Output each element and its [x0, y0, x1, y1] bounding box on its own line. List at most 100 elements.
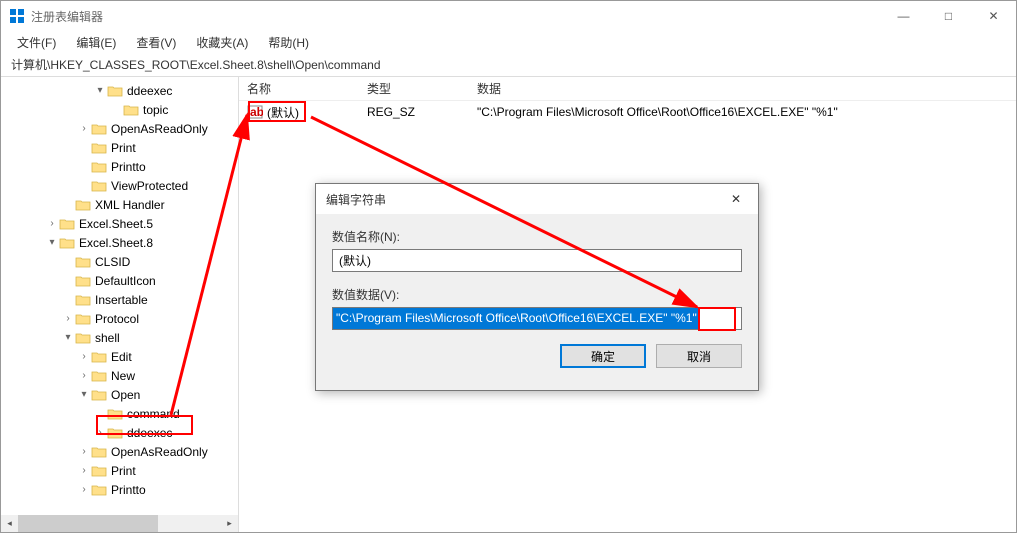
folder-icon [91, 464, 107, 478]
chevron-right-icon[interactable]: › [45, 218, 59, 229]
tree-item-label: DefaultIcon [95, 274, 156, 288]
tree-item[interactable]: › ddeexec [1, 423, 238, 442]
chevron-right-icon[interactable]: › [77, 484, 91, 495]
tree-item[interactable]: Printto [1, 157, 238, 176]
chevron-right-icon[interactable]: › [77, 351, 91, 362]
col-data[interactable]: 数据 [469, 80, 989, 97]
scroll-track[interactable] [18, 515, 221, 532]
tree-item-label: ddeexec [127, 84, 172, 98]
tree-item-label: ddeexec [127, 426, 172, 440]
chevron-right-icon[interactable]: › [61, 313, 75, 324]
value-data-field[interactable]: "C:\Program Files\Microsoft Office\Root\… [332, 307, 742, 330]
tree-item[interactable]: ▾shell [1, 328, 238, 347]
tree-item[interactable]: ▾Excel.Sheet.8 [1, 233, 238, 252]
tree-item-label: OpenAsReadOnly [111, 122, 208, 136]
folder-icon [91, 369, 107, 383]
cell-type: REG_SZ [359, 105, 469, 119]
tree-item-label: New [111, 369, 135, 383]
app-icon [9, 8, 25, 24]
chevron-down-icon[interactable]: ▾ [77, 389, 91, 400]
tree-item-label: Print [111, 464, 136, 478]
chevron-right-icon[interactable]: › [93, 427, 107, 438]
chevron-down-icon[interactable]: ▾ [93, 85, 107, 96]
tree-item-label: topic [143, 103, 168, 117]
tree-item[interactable]: topic [1, 100, 238, 119]
list-row[interactable]: ab (默认) REG_SZ"C:\Program Files\Microsoft … [239, 101, 1016, 123]
address-bar[interactable]: 计算机\HKEY_CLASSES_ROOT\Excel.Sheet.8\shel… [1, 53, 1016, 77]
folder-icon [91, 122, 107, 136]
col-type[interactable]: 类型 [359, 80, 469, 97]
tree-item-label: Print [111, 141, 136, 155]
tree-item-label: Open [111, 388, 140, 402]
chevron-down-icon[interactable]: ▾ [61, 332, 75, 343]
tree-item-label: CLSID [95, 255, 130, 269]
list-rows: ab (默认) REG_SZ"C:\Program Files\Microsoft … [239, 101, 1016, 123]
tree-item[interactable]: Print [1, 138, 238, 157]
tree-item[interactable]: ▾ ddeexec [1, 81, 238, 100]
svg-text:ab: ab [250, 105, 263, 119]
chevron-down-icon[interactable]: ▾ [45, 237, 59, 248]
folder-icon [91, 388, 107, 402]
tree-item[interactable]: DefaultIcon [1, 271, 238, 290]
folder-icon [91, 445, 107, 459]
tree-item[interactable]: ▾ Open [1, 385, 238, 404]
value-name-label: 数值名称(N): [332, 228, 742, 245]
close-button[interactable]: ✕ [971, 1, 1016, 31]
col-name[interactable]: 名称 [239, 80, 359, 97]
value-data-selected-text: "C:\Program Files\Microsoft Office\Root\… [333, 308, 700, 329]
tree-content[interactable]: ▾ ddeexec topic › OpenAsReadOnly Print Printto… [1, 77, 238, 503]
chevron-right-icon[interactable]: › [77, 123, 91, 134]
folder-icon [91, 160, 107, 174]
chevron-right-icon[interactable]: › [77, 446, 91, 457]
tree-item[interactable]: › Print [1, 461, 238, 480]
titlebar: 注册表编辑器 — □ ✕ [1, 1, 1016, 31]
tree-item-label: Protocol [95, 312, 139, 326]
tree-item[interactable]: ›Edit [1, 347, 238, 366]
ok-button[interactable]: 确定 [560, 344, 646, 368]
edit-string-dialog: 编辑字符串 ✕ 数值名称(N): 数值数据(V): "C:\Program Fi… [315, 183, 759, 391]
scroll-right-arrow[interactable]: ▸ [221, 515, 238, 532]
cell-name-text: (默认) [267, 104, 299, 121]
tree-item[interactable]: ›Printto [1, 480, 238, 499]
folder-icon [75, 255, 91, 269]
tree-item[interactable]: CLSID [1, 252, 238, 271]
cell-data: "C:\Program Files\Microsoft Office\Root\… [469, 105, 989, 119]
menu-view[interactable]: 查看(V) [126, 32, 186, 53]
chevron-right-icon[interactable]: › [77, 465, 91, 476]
tree-item[interactable]: › New [1, 366, 238, 385]
menu-help[interactable]: 帮助(H) [258, 32, 319, 53]
value-name-field[interactable] [332, 249, 742, 272]
tree-item[interactable]: ›Excel.Sheet.5 [1, 214, 238, 233]
cancel-button[interactable]: 取消 [656, 344, 742, 368]
folder-icon [59, 236, 75, 250]
maximize-button[interactable]: □ [926, 1, 971, 31]
folder-icon [91, 179, 107, 193]
scroll-thumb[interactable] [18, 515, 158, 532]
cell-name: ab (默认) [239, 104, 359, 121]
menu-file[interactable]: 文件(F) [7, 32, 66, 53]
folder-icon [91, 483, 107, 497]
menubar: 文件(F) 编辑(E) 查看(V) 收藏夹(A) 帮助(H) [1, 31, 1016, 53]
minimize-button[interactable]: — [881, 1, 926, 31]
tree-item[interactable]: command [1, 404, 238, 423]
dialog-close-button[interactable]: ✕ [716, 186, 756, 212]
tree-item[interactable]: Insertable [1, 290, 238, 309]
dialog-titlebar: 编辑字符串 ✕ [316, 184, 758, 214]
tree-item[interactable]: › Protocol [1, 309, 238, 328]
scroll-left-arrow[interactable]: ◂ [1, 515, 18, 532]
tree-item[interactable]: ›OpenAsReadOnly [1, 442, 238, 461]
chevron-right-icon[interactable]: › [77, 370, 91, 381]
tree-item[interactable]: › OpenAsReadOnly [1, 119, 238, 138]
menu-edit[interactable]: 编辑(E) [66, 32, 126, 53]
list-header: 名称 类型 数据 [239, 77, 1016, 101]
folder-icon [75, 198, 91, 212]
folder-icon [75, 293, 91, 307]
folder-icon [75, 274, 91, 288]
tree-item-label: Printto [111, 160, 146, 174]
tree-item[interactable]: ViewProtected [1, 176, 238, 195]
folder-icon [75, 331, 91, 345]
menu-favorites[interactable]: 收藏夹(A) [186, 32, 258, 53]
tree-panel: ▾ ddeexec topic › OpenAsReadOnly Print Printto… [1, 77, 239, 532]
tree-item[interactable]: XML Handler [1, 195, 238, 214]
tree-horizontal-scrollbar[interactable]: ◂ ▸ [1, 515, 238, 532]
